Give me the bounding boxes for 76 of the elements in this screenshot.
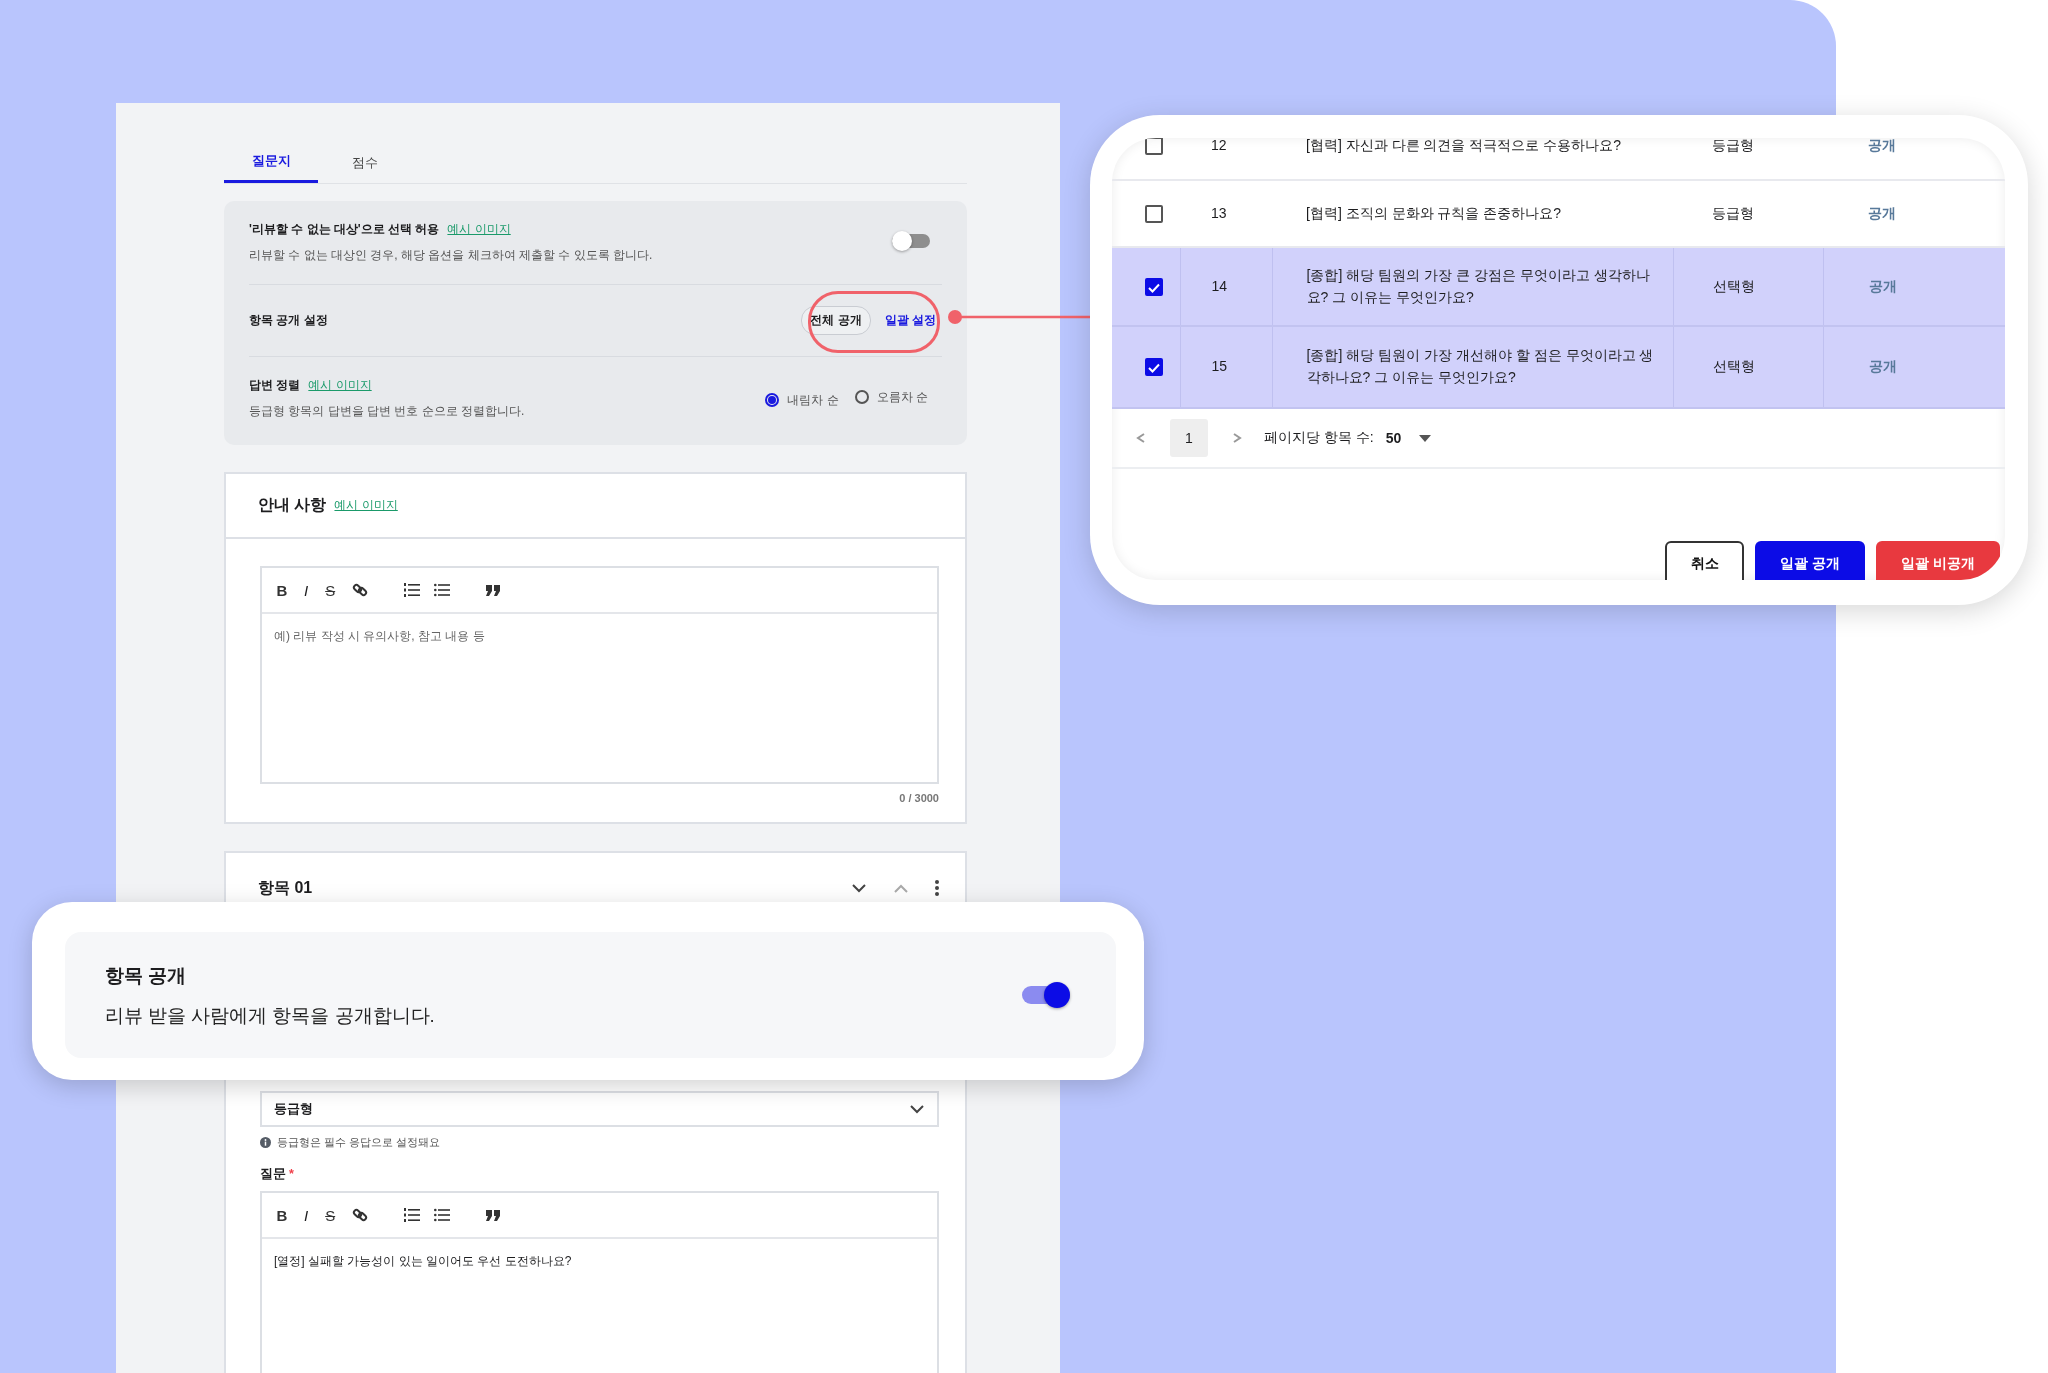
- setting-description: 리뷰할 수 없는 대상인 경우, 해당 옵션을 체크하여 제출할 수 있도록 합니다.: [249, 247, 653, 264]
- strikethrough-button[interactable]: S: [322, 1206, 339, 1224]
- visibility-status: 공개: [1868, 138, 1896, 154]
- sort-option[interactable]: 오름차 순: [854, 388, 928, 406]
- bullet-list-icon[interactable]: [434, 1208, 451, 1222]
- toggle-switch[interactable]: [1022, 982, 1070, 1008]
- setting-title: '리뷰할 수 없는 대상'으로 선택 허용: [249, 222, 440, 236]
- bold-button[interactable]: B: [274, 1206, 290, 1224]
- chevron-down-icon[interactable]: [851, 883, 867, 893]
- numbered-list-icon[interactable]: [404, 582, 421, 598]
- question-text: [열정] 실패할 가능성이 있는 일이어도 우선 도전하나요?: [273, 1253, 573, 1270]
- radio-button[interactable]: [765, 393, 780, 407]
- question-text: [협력] 자신과 다른 의견을 적극적으로 수용하나요?: [1306, 138, 1621, 154]
- per-page-value[interactable]: 50: [1385, 430, 1402, 446]
- setting-title: 항목 공개: [105, 963, 188, 988]
- link-icon[interactable]: [352, 1207, 369, 1223]
- setting-title: 답변 정렬: [249, 378, 301, 392]
- item-number: 13: [1211, 204, 1227, 221]
- editor-placeholder: 예) 리뷰 작성 시 유의사항, 참고 내용 등: [273, 628, 486, 645]
- link-icon[interactable]: [352, 582, 369, 598]
- quote-icon[interactable]: [486, 1209, 501, 1221]
- tab[interactable]: 점수: [318, 143, 412, 183]
- item-number: 15: [1211, 358, 1228, 375]
- option-label: 오름차 순: [876, 388, 928, 406]
- bulk-settings-link[interactable]: 일괄 설정: [884, 312, 936, 329]
- visibility-status: 공개: [1868, 358, 1897, 375]
- hint-text: 등급형은 필수 응답으로 설정돼요: [277, 1135, 441, 1150]
- bullet-list-icon[interactable]: [434, 583, 451, 597]
- quote-icon[interactable]: [486, 584, 501, 596]
- character-counter: 0 / 3000: [898, 792, 939, 804]
- item-title: 항목 01: [258, 877, 313, 898]
- cancel-button[interactable]: 취소: [1665, 541, 1744, 580]
- question-type: 등급형: [1712, 138, 1754, 154]
- question-type: 선택형: [1712, 358, 1755, 375]
- text-editor[interactable]: B I S 예) 리뷰 작성 시 유의사항, 참고 내용 등: [260, 566, 939, 784]
- question-type: 선택형: [1712, 277, 1755, 294]
- more-options-icon[interactable]: [935, 880, 939, 896]
- field-label: 질문: [260, 1167, 286, 1181]
- bulk-action-button[interactable]: 일괄 비공개: [1876, 541, 2000, 580]
- item-number: 12: [1211, 138, 1227, 154]
- visibility-status: 공개: [1868, 204, 1896, 221]
- text-editor[interactable]: B I S [열정] 실패할 가능성이 있는 일이어도 우선 도전하나요?: [260, 1191, 939, 1373]
- tab[interactable]: 질문지: [224, 143, 318, 183]
- checkbox[interactable]: [1145, 358, 1163, 376]
- type-dropdown[interactable]: 등급형: [260, 1091, 939, 1127]
- question-type: 등급형: [1712, 204, 1754, 221]
- page-number[interactable]: 1: [1170, 419, 1208, 457]
- toggle-switch[interactable]: [892, 231, 930, 251]
- checkbox[interactable]: [1145, 138, 1163, 155]
- chevron-down-icon[interactable]: [909, 1104, 925, 1114]
- option-label: 내림차 순: [787, 391, 839, 409]
- checkbox[interactable]: [1145, 204, 1163, 223]
- example-image-link[interactable]: 예시 이미지: [334, 497, 398, 514]
- bulk-action-button[interactable]: 일괄 공개: [1755, 541, 1865, 580]
- question-text: [협력] 조직의 문화와 규칙을 존중하나요?: [1306, 204, 1562, 221]
- strikethrough-button[interactable]: S: [322, 581, 339, 599]
- question-text: [종합] 해당 팀원이 가장 개선해야 할 점은 무엇이라고 생각하나요? 그 이유는 무엇인가요?: [1306, 347, 1654, 385]
- setting-description: 등급형 항목의 답변을 답변 번호 순으로 정렬합니다.: [249, 403, 525, 420]
- required-mark: *: [289, 1167, 294, 1181]
- sort-option[interactable]: 내림차 순: [765, 391, 839, 409]
- bold-button[interactable]: B: [274, 581, 290, 599]
- info-icon: [260, 1137, 271, 1148]
- italic-button[interactable]: I: [304, 581, 309, 599]
- setting-title: 항목 공개 설정: [249, 312, 328, 329]
- radio-button[interactable]: [854, 390, 869, 404]
- italic-button[interactable]: I: [304, 1206, 309, 1224]
- item-number: 14: [1211, 277, 1228, 294]
- visibility-status: 공개: [1868, 277, 1897, 294]
- question-text: [종합] 해당 팀원의 가장 큰 강점은 무엇이라고 생각하나요? 그 이유는 무엇인가요?: [1306, 266, 1650, 305]
- numbered-list-icon[interactable]: [404, 1207, 421, 1223]
- checkbox[interactable]: [1145, 277, 1163, 296]
- visibility-status-chip: 전체 공개: [801, 306, 871, 335]
- dropdown-caret-icon[interactable]: [1419, 434, 1432, 442]
- per-page-label: 페이지당 항목 수:: [1264, 429, 1374, 447]
- setting-description: 리뷰 받을 사람에게 항목을 공개합니다.: [105, 1003, 435, 1028]
- section-title: 안내 사항: [258, 495, 327, 515]
